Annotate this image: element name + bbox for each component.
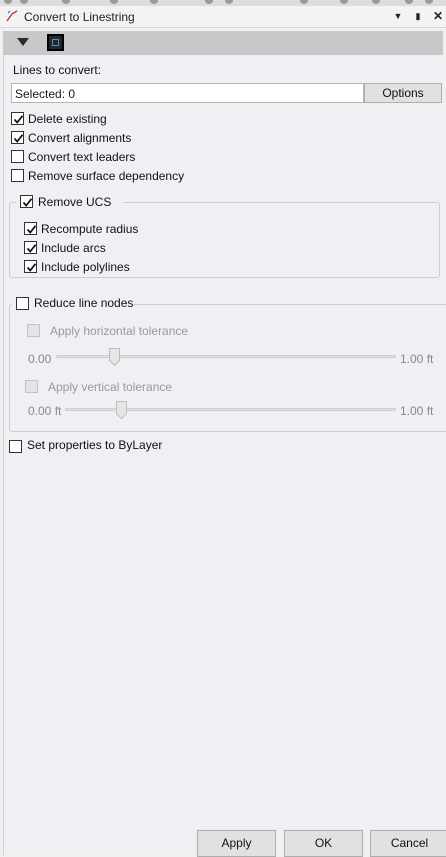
remove-surface-dependency-label: Remove surface dependency	[28, 169, 185, 183]
recompute-radius-label: Recompute radius	[41, 222, 139, 236]
include-polylines-label: Include polylines	[41, 260, 130, 274]
remove-ucs-legend: Remove UCS	[16, 194, 123, 212]
palette-title-bar: Convert to Linestring ▼ ▮ ✕	[0, 6, 446, 28]
horizontal-max-value: 1.00 ft	[400, 352, 434, 366]
vertical-max-value: 1.00 ft	[400, 404, 434, 418]
checkmark-icon	[26, 244, 37, 253]
reduce-line-nodes-label: Reduce line nodes	[34, 296, 134, 310]
set-properties-bylayer-label: Set properties to ByLayer	[27, 438, 163, 452]
lines-to-convert-label: Lines to convert:	[13, 63, 102, 77]
window-title: Convert to Linestring	[24, 10, 135, 24]
selected-field[interactable]: Selected: 0	[11, 83, 364, 103]
include-arcs-label: Include arcs	[41, 241, 106, 255]
convert-alignments-label: Convert alignments	[28, 131, 132, 145]
include-arcs-checkbox[interactable]	[24, 241, 37, 254]
include-polylines-checkbox[interactable]	[24, 260, 37, 273]
reduce-line-nodes-legend: Reduce line nodes	[12, 295, 134, 313]
convert-text-leaders-checkbox[interactable]	[11, 150, 24, 163]
vertical-tolerance-label: Apply vertical tolerance	[48, 380, 173, 394]
delete-existing-label: Delete existing	[28, 112, 107, 126]
horizontal-tolerance-label: Apply horizontal tolerance	[50, 324, 189, 338]
apply-button[interactable]: Apply	[197, 830, 276, 857]
checkmark-icon	[13, 134, 24, 143]
options-button[interactable]: Options	[364, 83, 442, 103]
horizontal-min-value: 0.00	[28, 352, 52, 366]
horizontal-slider-thumb[interactable]	[108, 348, 120, 366]
horizontal-slider-track[interactable]	[56, 355, 396, 358]
vertical-slider-thumb[interactable]	[116, 401, 128, 419]
set-properties-bylayer-checkbox[interactable]	[9, 440, 22, 453]
recompute-radius-checkbox[interactable]	[24, 222, 37, 235]
convert-alignments-checkbox[interactable]	[11, 131, 24, 144]
collapse-triangle-icon[interactable]	[17, 38, 29, 46]
ok-button[interactable]: OK	[284, 830, 363, 857]
close-icon[interactable]: ✕	[431, 9, 445, 23]
vertical-min-value: 0.00 ft	[28, 404, 62, 418]
horizontal-tolerance-checkbox[interactable]	[27, 324, 40, 337]
remove-surface-dependency-checkbox[interactable]	[11, 169, 24, 182]
checkmark-icon	[26, 225, 37, 234]
selected-value: Selected: 0	[15, 87, 76, 101]
convert-text-leaders-label: Convert text leaders	[28, 150, 136, 164]
reduce-line-nodes-checkbox[interactable]	[16, 297, 29, 310]
checkmark-icon	[26, 263, 37, 272]
cancel-button[interactable]: Cancel	[370, 830, 446, 857]
vertical-tolerance-checkbox[interactable]	[25, 380, 38, 393]
dropdown-arrow-icon[interactable]: ▼	[391, 9, 405, 23]
linestring-tool-icon	[6, 10, 18, 22]
checkmark-icon	[13, 115, 24, 124]
pin-icon[interactable]: ▮	[411, 9, 425, 23]
preview-image-icon[interactable]	[47, 34, 64, 51]
remove-ucs-label: Remove UCS	[38, 195, 112, 209]
remove-ucs-checkbox[interactable]	[20, 195, 33, 208]
panel-toolbar	[3, 31, 443, 55]
checkmark-icon	[22, 198, 33, 207]
delete-existing-checkbox[interactable]	[11, 112, 24, 125]
vertical-slider-track[interactable]	[65, 408, 396, 411]
dialog-body: Lines to convert: Selected: 0 Options De…	[3, 55, 446, 857]
